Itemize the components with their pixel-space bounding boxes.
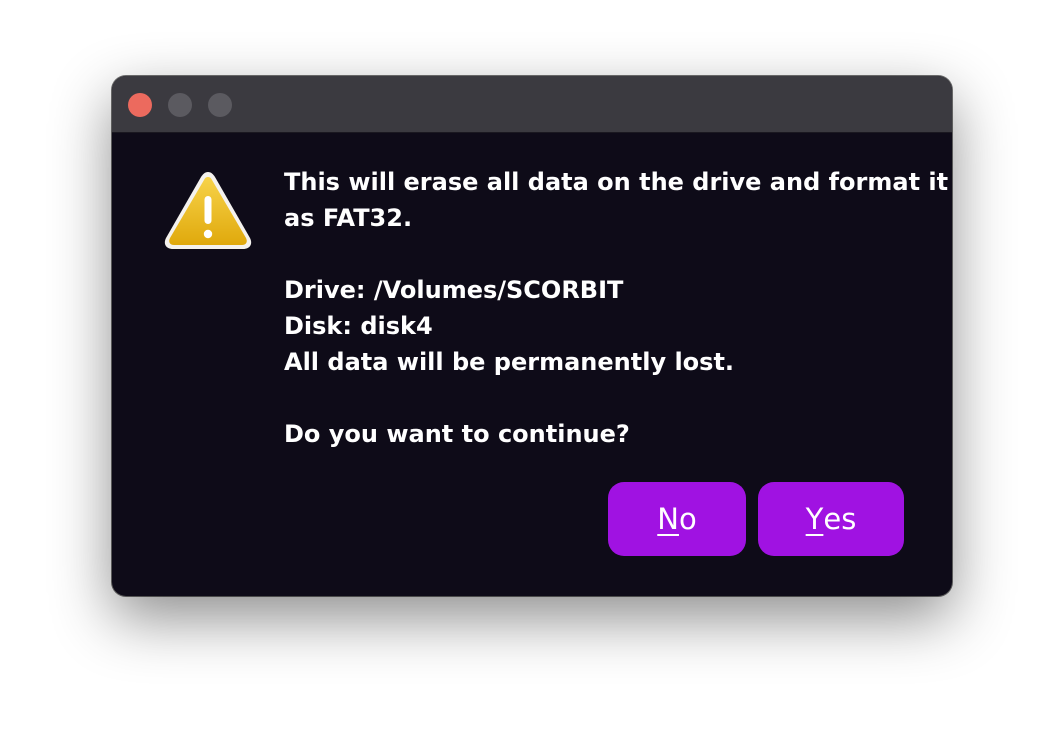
title-bar[interactable] [112, 76, 952, 133]
no-button-label-rest: o [678, 502, 697, 536]
minimize-window-button[interactable] [168, 93, 192, 117]
drive-path-text: Drive: /Volumes/SCORBIT [284, 276, 624, 304]
no-button[interactable]: No [608, 482, 746, 556]
confirm-dialog-window: This will erase all data on the drive an… [112, 76, 952, 596]
yes-button[interactable]: Yes [758, 482, 904, 556]
zoom-window-button[interactable] [208, 93, 232, 117]
continue-question: Do you want to continue? [284, 420, 630, 448]
no-button-mnemonic: N [657, 502, 679, 536]
message-line-1: This will erase all data on the drive an… [284, 168, 949, 196]
close-window-button[interactable] [128, 93, 152, 117]
warning-icon [164, 172, 252, 249]
data-loss-warning: All data will be permanently lost. [284, 348, 735, 376]
dialog-message: This will erase all data on the drive an… [284, 164, 949, 452]
disk-id-text: Disk: disk4 [284, 312, 433, 340]
message-line-2: as FAT32. [284, 204, 413, 232]
yes-button-label-rest: es [823, 502, 857, 536]
yes-button-mnemonic: Y [805, 502, 824, 536]
